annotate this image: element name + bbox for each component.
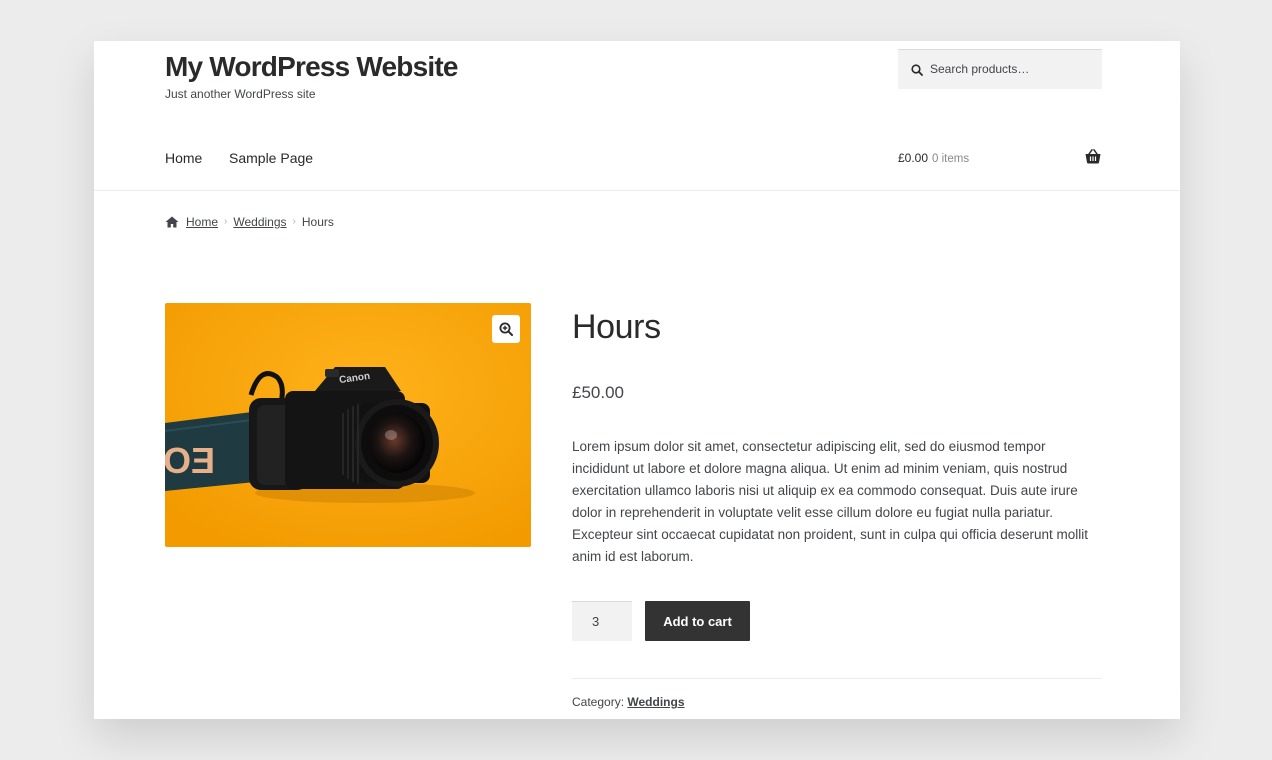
site-title[interactable]: My WordPress Website bbox=[165, 49, 458, 85]
breadcrumb-separator-icon: › bbox=[292, 216, 296, 227]
quantity-input[interactable] bbox=[572, 601, 632, 641]
breadcrumb: Home › Weddings › Hours bbox=[165, 214, 334, 230]
site-tagline: Just another WordPress site bbox=[165, 87, 316, 101]
product-category: Category: Weddings bbox=[572, 694, 685, 710]
nav-item-home[interactable]: Home bbox=[165, 149, 202, 167]
breadcrumb-current: Hours bbox=[301, 215, 334, 229]
zoom-button[interactable] bbox=[492, 315, 520, 343]
camera-photo: EO Canon bbox=[165, 303, 531, 547]
page-container: My WordPress Website Just another WordPr… bbox=[94, 41, 1180, 719]
search-input[interactable] bbox=[930, 50, 1098, 88]
category-link[interactable]: Weddings bbox=[627, 695, 684, 709]
strap-text: EO bbox=[165, 440, 215, 481]
home-icon bbox=[165, 216, 179, 228]
breadcrumb-category-link[interactable]: Weddings bbox=[233, 214, 286, 230]
product-image[interactable]: EO Canon bbox=[165, 303, 531, 547]
search-icon bbox=[911, 64, 923, 76]
cart-item-count: 0 items bbox=[932, 153, 970, 165]
add-to-cart-button[interactable]: Add to cart bbox=[645, 601, 750, 641]
category-label: Category: bbox=[572, 695, 625, 709]
breadcrumb-home-link[interactable]: Home bbox=[186, 214, 218, 230]
zoom-in-icon bbox=[499, 322, 513, 336]
product-title: Hours bbox=[572, 308, 661, 346]
nav-item-sample-page[interactable]: Sample Page bbox=[229, 149, 313, 167]
basket-icon[interactable] bbox=[1085, 149, 1101, 169]
header-divider bbox=[94, 190, 1180, 191]
breadcrumb-separator-icon: › bbox=[224, 216, 228, 227]
cart-summary[interactable]: £0.00 0 items bbox=[898, 150, 969, 167]
search-box[interactable] bbox=[898, 49, 1102, 89]
product-description: Lorem ipsum dolor sit amet, consectetur … bbox=[572, 439, 1089, 564]
product-price: £50.00 bbox=[572, 383, 624, 402]
cart-total: £0.00 bbox=[898, 151, 929, 165]
product-meta-divider bbox=[572, 678, 1102, 679]
